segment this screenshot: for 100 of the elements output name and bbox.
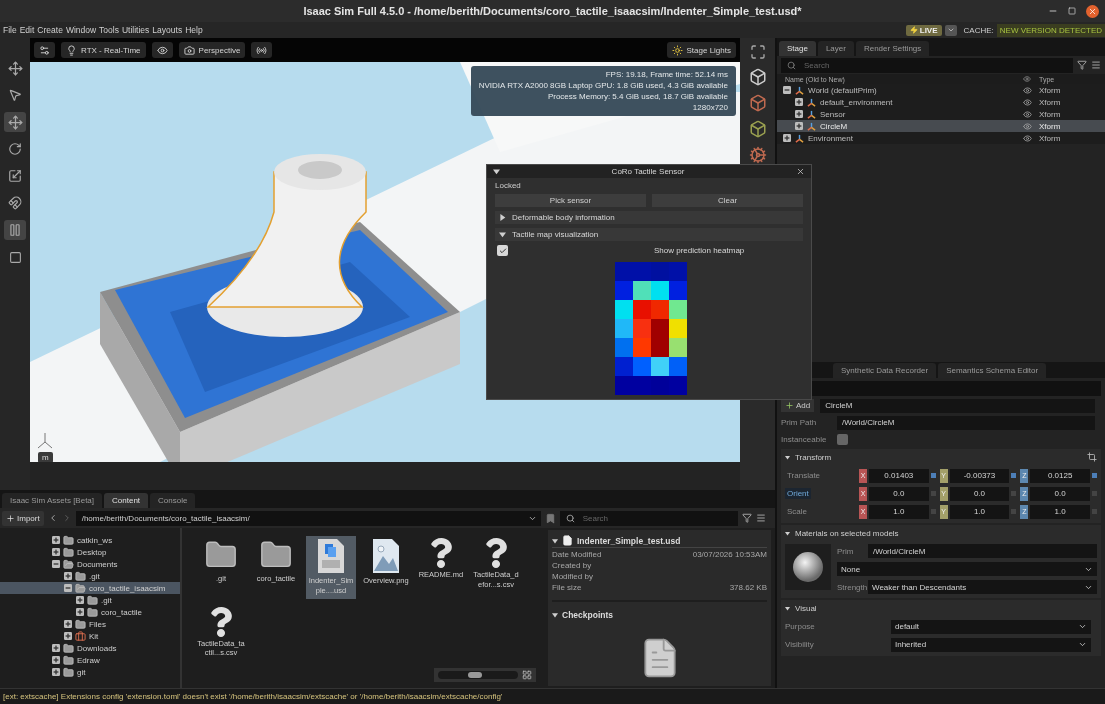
menu-item[interactable]: Window — [65, 25, 97, 35]
folder-name[interactable]: Files — [89, 619, 106, 629]
live-button[interactable]: LIVE — [905, 24, 942, 36]
viewport-menu-button[interactable]: Perspective — [178, 42, 246, 58]
keyframe-icon[interactable] — [930, 473, 936, 478]
viewport-icon-button[interactable] — [251, 42, 273, 58]
cube-icon[interactable] — [748, 68, 767, 86]
folder-name[interactable]: Desktop — [77, 547, 107, 557]
panel-tab[interactable]: Isaac Sim Assets [Beta] — [2, 493, 103, 508]
keyframe-icon[interactable] — [1011, 473, 1017, 478]
panel-tab[interactable]: Console — [150, 493, 196, 508]
grid-view-icon[interactable] — [522, 670, 532, 680]
strength-dropdown[interactable]: Weaker than Descendants — [868, 580, 1097, 594]
folder-name[interactable]: Kit — [89, 631, 99, 641]
material-dropdown[interactable]: None — [837, 562, 1097, 576]
sensor-button[interactable]: Clear — [652, 194, 803, 207]
expand-icon[interactable] — [76, 608, 84, 616]
number-field[interactable]: 1.0 — [869, 504, 929, 519]
prim-name[interactable]: Environment — [808, 133, 853, 143]
pause-icon[interactable] — [4, 220, 26, 240]
expand-icon[interactable] — [52, 668, 60, 676]
folder-name[interactable]: .git — [101, 595, 112, 605]
menu-item[interactable]: Edit — [19, 25, 35, 35]
collapse-triangle-icon[interactable] — [785, 605, 790, 611]
eye-icon[interactable] — [1023, 121, 1032, 131]
number-field[interactable]: 0.0 — [949, 486, 1010, 501]
selected-prim-row[interactable]: CircleM Xform — [777, 120, 1105, 132]
value-dropdown[interactable]: default — [891, 619, 1091, 634]
slider-thumb[interactable] — [467, 672, 482, 678]
bookmark-icon[interactable] — [544, 512, 556, 524]
expand-icon[interactable] — [783, 134, 791, 142]
panel-tab[interactable]: Stage — [779, 41, 816, 56]
folder-name[interactable]: git — [77, 667, 86, 677]
folder-name[interactable]: coro_tactile — [101, 607, 142, 617]
expand-icon[interactable] — [795, 122, 803, 130]
expand-icon[interactable] — [76, 596, 84, 604]
collapse-triangle-icon[interactable] — [785, 454, 790, 460]
prim-field[interactable]: /World/CircleM — [868, 544, 1097, 558]
menu-item[interactable]: Utilities — [121, 25, 150, 35]
import-button[interactable]: Import — [2, 510, 44, 526]
panel-tab[interactable]: Content — [104, 493, 149, 508]
cube-icon[interactable] — [748, 120, 767, 138]
instanceable-checkbox[interactable] — [837, 434, 848, 445]
collapse-triangle-icon[interactable] — [785, 530, 790, 536]
section-header[interactable]: Tactile map visualization — [495, 228, 803, 241]
path-field[interactable]: /home/berith/Documents/coro_tactile_isaacsim/ — [75, 510, 541, 526]
number-field[interactable]: 0.0 — [869, 486, 929, 501]
number-field[interactable]: 0.0 — [1030, 486, 1090, 501]
panel-tab[interactable]: Layer — [817, 41, 854, 56]
folder-name[interactable]: Edraw — [77, 655, 100, 665]
expand-icon[interactable] — [52, 536, 60, 544]
folder-name[interactable]: .git — [89, 571, 100, 581]
panel-tab[interactable]: Semantics Schema Editor — [938, 363, 1047, 378]
expand-icon[interactable] — [64, 620, 72, 628]
menu-item[interactable]: Layouts — [152, 25, 183, 35]
gear-icon[interactable] — [748, 146, 767, 164]
prim-name[interactable]: Sensor — [820, 109, 846, 119]
collapse-icon[interactable] — [64, 584, 72, 592]
viewport-menu-button[interactable]: RTX - Real-Time — [61, 42, 146, 58]
collapse-triangle-icon[interactable] — [552, 612, 558, 618]
expand-icon[interactable] — [795, 98, 803, 106]
stage-lights-button[interactable]: Stage Lights — [666, 42, 736, 58]
prim-name[interactable]: default_environment — [820, 97, 893, 107]
viewport-icon-button[interactable] — [34, 42, 55, 58]
panel-tab[interactable]: Synthetic Data Recorder — [833, 363, 937, 378]
heatmap-checkbox[interactable] — [497, 245, 508, 256]
expand-triangle-icon[interactable] — [499, 214, 506, 221]
folder-name[interactable]: Documents — [77, 559, 118, 569]
folder-name[interactable]: catkin_ws — [77, 535, 113, 545]
eye-icon[interactable] — [1023, 133, 1032, 143]
thumbnail-size-slider[interactable] — [438, 671, 518, 679]
section-header[interactable]: Deformable body information — [495, 211, 803, 224]
menu-icon[interactable] — [1091, 60, 1101, 70]
number-field[interactable]: 0.01403 — [869, 468, 929, 483]
close-icon[interactable] — [796, 167, 805, 176]
viewport-icon-button[interactable] — [151, 42, 173, 58]
collapse-icon[interactable] — [783, 86, 791, 94]
prim-name[interactable]: World (defaultPrim) — [808, 85, 877, 95]
cube-icon[interactable] — [748, 94, 767, 112]
prim-path-field[interactable]: /World/CircleM — [837, 415, 1095, 430]
collapse-triangle-icon[interactable] — [552, 537, 558, 544]
expand-icon[interactable] — [52, 548, 60, 556]
menu-icon[interactable] — [755, 513, 766, 523]
folder-name[interactable]: Downloads — [77, 643, 117, 653]
number-field[interactable]: -0.00373 — [949, 468, 1010, 483]
number-field[interactable]: 1.0 — [949, 504, 1010, 519]
panel-tab[interactable]: Render Settings — [855, 41, 930, 56]
value-dropdown[interactable]: Inherited — [891, 637, 1091, 652]
eye-icon[interactable] — [1023, 109, 1032, 119]
expand-icon[interactable] — [52, 656, 60, 664]
eye-icon[interactable] — [1023, 97, 1032, 107]
expand-icon[interactable] — [52, 644, 60, 652]
menu-item[interactable]: Help — [185, 25, 203, 35]
expand-icon[interactable] — [64, 632, 72, 640]
sensor-button[interactable]: Pick sensor — [495, 194, 646, 207]
prim-name[interactable]: CircleM — [820, 121, 848, 131]
folder-name[interactable]: coro_tactile_isaacsim — [89, 583, 166, 593]
expand-icon[interactable] — [795, 110, 803, 118]
search-field[interactable] — [811, 380, 1101, 396]
name-field[interactable]: CircleM — [820, 398, 1095, 413]
